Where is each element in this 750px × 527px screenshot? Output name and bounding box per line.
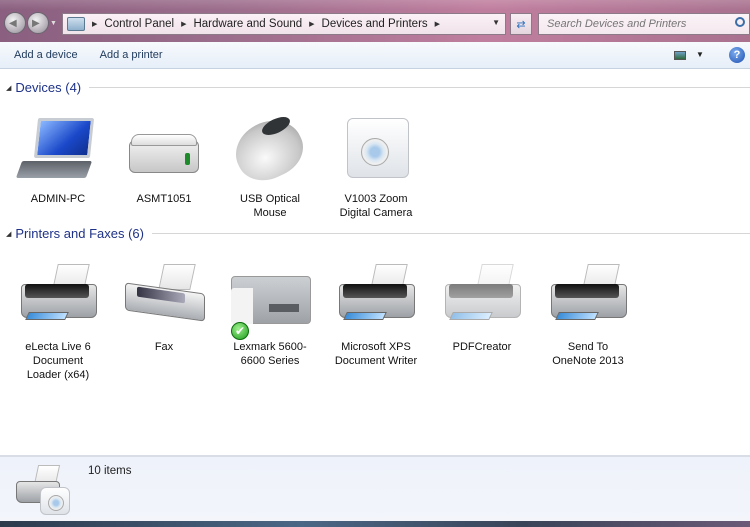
printer-label: Send To OneNote 2013 (552, 341, 624, 367)
mouse-icon (225, 110, 315, 192)
recent-pages-dropdown-icon[interactable]: ▼ (50, 20, 57, 27)
breadcrumb-separator-icon[interactable]: ▶ (181, 20, 186, 28)
collapse-group-icon[interactable]: ◢ (6, 84, 11, 92)
details-pane: 10 items (0, 455, 750, 521)
title-bar: ◀ ▶ ▼ ▶ Control Panel ▶ Hardware and Sou… (0, 0, 750, 42)
breadcrumb-devices-and-printers[interactable]: Devices and Printers (322, 18, 428, 30)
printer-item[interactable]: ✔ Lexmark 5600-6600 Series (220, 260, 320, 368)
add-printer-button[interactable]: Add a printer (100, 49, 163, 61)
laptop-icon (13, 112, 103, 192)
back-button[interactable]: ◀ (4, 12, 26, 34)
printer-label: Lexmark 5600-6600 Series (233, 341, 307, 367)
printer-label: Fax (154, 341, 174, 353)
printer-item[interactable]: Microsoft XPS Document Writer (326, 260, 426, 368)
device-item[interactable]: USB Optical Mouse (220, 110, 320, 220)
external-drive-icon (119, 112, 209, 192)
printer-icon (13, 260, 103, 340)
group-divider (152, 233, 750, 234)
search-input[interactable] (547, 18, 727, 30)
multifunction-printer-icon: ✔ (225, 260, 315, 340)
view-options-dropdown-icon[interactable]: ▼ (696, 50, 704, 59)
taskbar-edge (0, 521, 750, 527)
refresh-button[interactable]: ⇄ (510, 13, 532, 35)
search-icon[interactable] (735, 17, 745, 27)
search-box[interactable] (538, 13, 750, 35)
printer-item[interactable]: PDFCreator (432, 260, 532, 354)
camera-icon (331, 112, 421, 192)
device-label: V1003 Zoom Digital Camera (339, 193, 413, 219)
printer-label: PDFCreator (452, 341, 512, 353)
device-list: ◢ Devices (4) ADMIN-PC ASMT1051 USB Opti… (0, 70, 750, 454)
printer-label: Microsoft XPS Document Writer (334, 341, 418, 367)
printer-label: eLecta Live 6 Document Loader (x64) (25, 341, 91, 381)
printer-icon (437, 260, 527, 340)
device-label: USB Optical Mouse (240, 193, 300, 219)
printer-item[interactable]: Send To OneNote 2013 (538, 260, 638, 368)
forward-button[interactable]: ▶ (27, 12, 49, 34)
devices-and-printers-icon (14, 463, 74, 517)
fax-icon (119, 260, 209, 340)
printer-item[interactable]: Fax (114, 260, 214, 354)
back-arrow-icon: ◀ (9, 18, 17, 29)
control-panel-icon (67, 17, 85, 31)
printer-icon (331, 260, 421, 340)
refresh-icon: ⇄ (516, 18, 526, 31)
printer-item[interactable]: eLecta Live 6 Document Loader (x64) (8, 260, 108, 382)
group-title: Devices (4) (15, 80, 82, 95)
group-divider (89, 87, 750, 88)
breadcrumb-hardware-and-sound[interactable]: Hardware and Sound (193, 18, 302, 30)
group-header[interactable]: ◢ Devices (4) (6, 80, 750, 95)
breadcrumb-separator-icon[interactable]: ▶ (309, 20, 314, 28)
device-label: ADMIN-PC (30, 193, 86, 205)
item-count: 10 items (88, 465, 132, 477)
printer-icon (543, 260, 633, 340)
group-header[interactable]: ◢ Printers and Faxes (6) (6, 226, 750, 241)
collapse-group-icon[interactable]: ◢ (6, 230, 11, 238)
breadcrumb-separator-icon[interactable]: ▶ (435, 20, 440, 28)
group-title: Printers and Faxes (6) (15, 226, 144, 241)
device-item[interactable]: ADMIN-PC (8, 112, 108, 206)
address-bar[interactable]: ▶ Control Panel ▶ Hardware and Sound ▶ D… (62, 13, 506, 35)
help-icon[interactable]: ? (729, 47, 745, 63)
breadcrumb-control-panel[interactable]: Control Panel (104, 18, 174, 30)
default-printer-check-icon: ✔ (231, 322, 249, 340)
device-item[interactable]: ASMT1051 (114, 112, 214, 206)
command-bar: Add a device Add a printer ▼ ? (0, 42, 750, 69)
forward-arrow-icon: ▶ (32, 18, 40, 29)
device-label: ASMT1051 (136, 193, 192, 205)
add-device-button[interactable]: Add a device (14, 49, 78, 61)
breadcrumb-separator-icon[interactable]: ▶ (92, 20, 97, 28)
device-item[interactable]: V1003 Zoom Digital Camera (326, 112, 426, 220)
change-view-icon[interactable] (674, 51, 686, 60)
address-history-dropdown-icon[interactable]: ▼ (492, 18, 500, 27)
